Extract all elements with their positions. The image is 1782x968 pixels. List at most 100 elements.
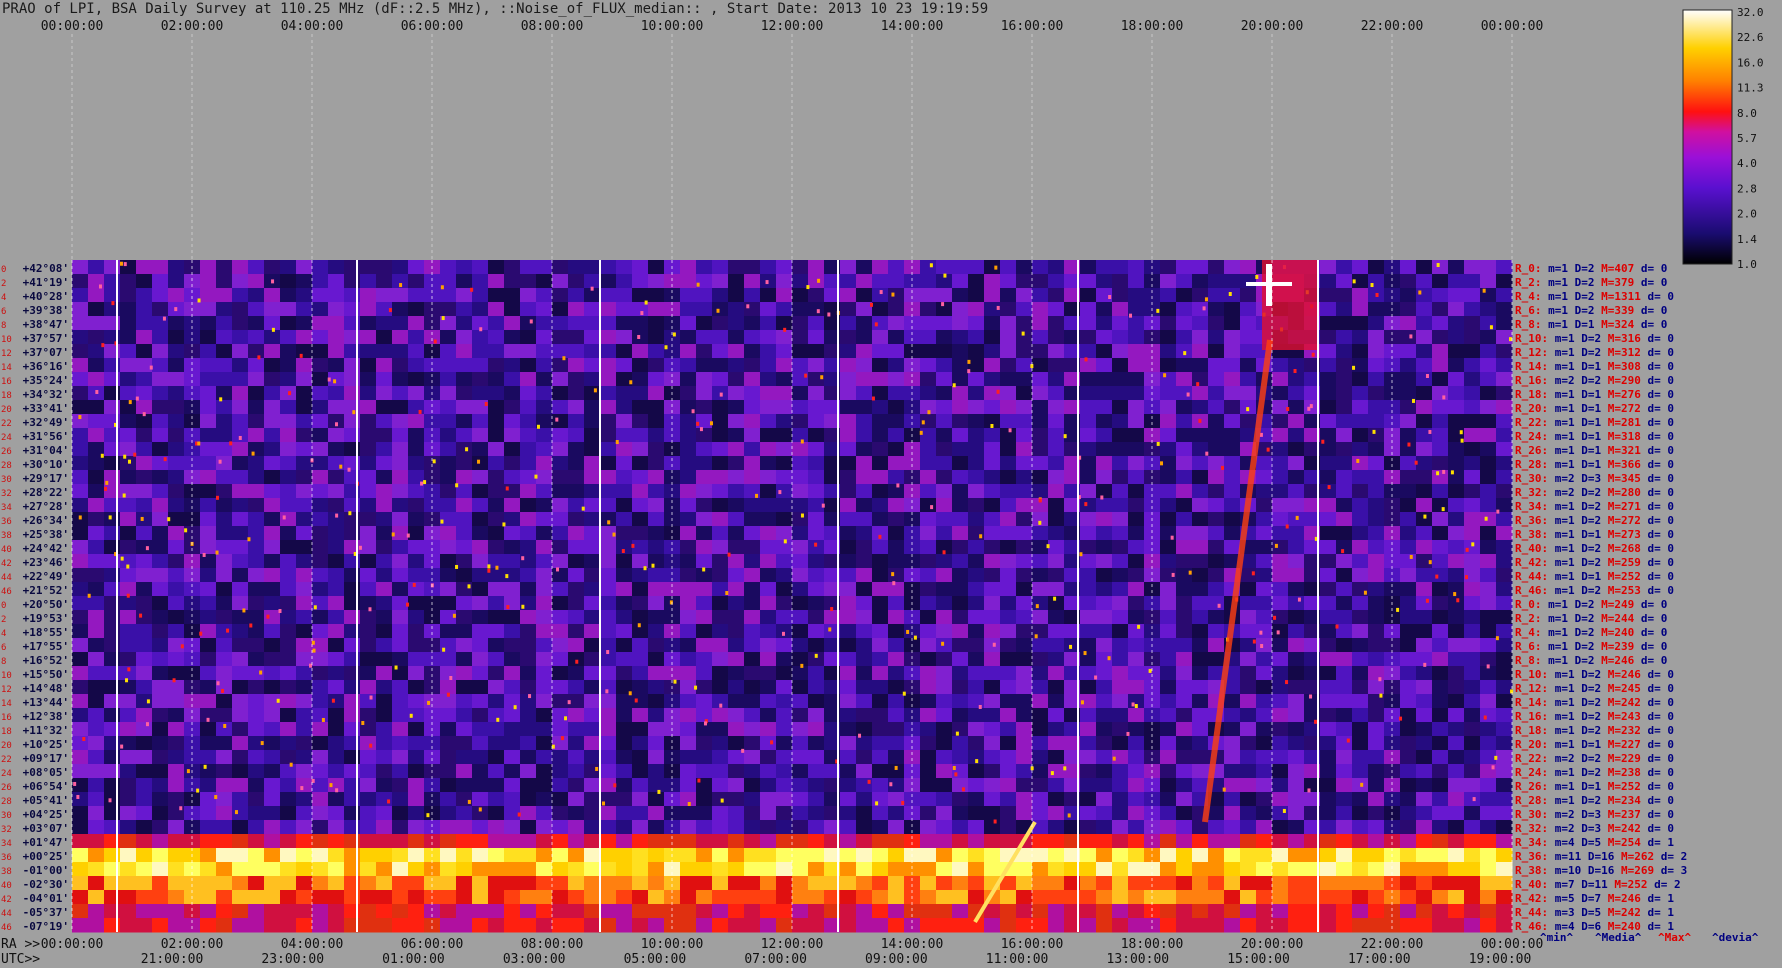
heatmap-cell [1320,792,1337,807]
heatmap-cell [936,512,953,527]
heatmap-cell [216,806,233,821]
heatmap-cell [232,568,249,583]
heatmap-cell [968,596,985,611]
heatmap-cell [1272,666,1289,681]
heatmap-cell [296,582,313,597]
heatmap-cell [616,792,633,807]
heatmap-cell [488,260,505,275]
heatmap-cell [984,708,1001,723]
hot-pixel [440,519,444,524]
heatmap-cell [1128,722,1145,737]
heatmap-cell [840,498,857,513]
heatmap-cell [552,274,569,289]
hot-pixel [1021,331,1025,336]
heatmap-cell [312,680,329,695]
heatmap-cell [1016,512,1033,527]
heatmap-cell [1240,792,1257,807]
heatmap-cell [984,834,1001,849]
heatmap-cell [840,582,857,597]
hot-pixel [593,388,597,393]
heatmap-cell [616,568,633,583]
heatmap-cell [840,414,857,429]
heatmap-cell [584,498,601,513]
heatmap-cell [552,498,569,513]
heatmap-cell [1352,610,1369,625]
heatmap-cell [1016,666,1033,681]
heatmap-cell [1016,750,1033,765]
heatmap-cell [1400,428,1417,443]
heatmap-cell [1224,708,1241,723]
row-index: 30 [1,475,12,485]
heatmap-cell [120,778,137,793]
heatmap-cell [808,288,825,303]
heatmap-cell [600,876,617,891]
heatmap-cell [840,862,857,877]
heatmap-cell [920,834,937,849]
heatmap-cell [312,848,329,863]
heatmap-cell [712,862,729,877]
heatmap-cell [328,638,345,653]
utc-tick-label: 19:00:00 [1469,952,1532,967]
heatmap-cell [696,582,713,597]
heatmap-cell [392,330,409,345]
heatmap-cell [744,274,761,289]
heatmap-cell [296,666,313,681]
heatmap-cell [888,260,905,275]
heatmap-cell [1272,764,1289,779]
heatmap-cell [712,848,729,863]
heatmap-cell [248,652,265,667]
heatmap-cell [136,694,153,709]
heatmap-cell [872,512,889,527]
heatmap-cell [248,316,265,331]
heatmap-cell [216,918,233,933]
heatmap-cell [648,610,665,625]
heatmap-cell [520,442,537,457]
heatmap-cell [344,498,361,513]
heatmap-cell [712,708,729,723]
hot-pixel [702,567,706,572]
heatmap-cell [808,582,825,597]
hot-pixel [420,481,424,486]
heatmap-cell [88,540,105,555]
heatmap-cell [104,764,121,779]
heatmap-cell [952,904,969,919]
heatmap-cell [952,428,969,443]
heatmap-cell [1176,834,1193,849]
heatmap-cell [216,554,233,569]
dec-label: +22°49' [23,570,69,583]
heatmap-cell [344,848,361,863]
hot-pixel [1341,549,1345,554]
heatmap-cell [984,400,1001,415]
row-index: 38 [1,531,12,541]
heatmap-cell [264,498,281,513]
heatmap-cell [440,302,457,317]
heatmap-cell [200,778,217,793]
heatmap-cell [536,428,553,443]
heatmap-cell [1016,344,1033,359]
heatmap-cell [1032,862,1049,877]
heatmap-cell [504,470,521,485]
heatmap-cell [968,554,985,569]
heatmap-cell [1096,806,1113,821]
dec-label: -04°01' [23,892,69,905]
heatmap-cell [968,876,985,891]
heatmap-cell [408,344,425,359]
hot-pixel [783,327,787,332]
heatmap-cell [488,526,505,541]
heatmap-cell [792,428,809,443]
heatmap-cell [168,890,185,905]
heatmap-cell [776,708,793,723]
heatmap-cell [104,484,121,499]
heatmap-cell [488,428,505,443]
hot-pixel [800,663,804,668]
heatmap-cell [648,568,665,583]
heatmap-cell [776,330,793,345]
heatmap-cell [200,302,217,317]
hot-pixel [513,705,517,710]
heatmap-cell [1080,652,1097,667]
heatmap-cell [376,400,393,415]
hot-pixel [634,698,638,703]
heatmap-cell [1112,722,1129,737]
heatmap-cell [888,834,905,849]
heatmap-cell [1400,288,1417,303]
